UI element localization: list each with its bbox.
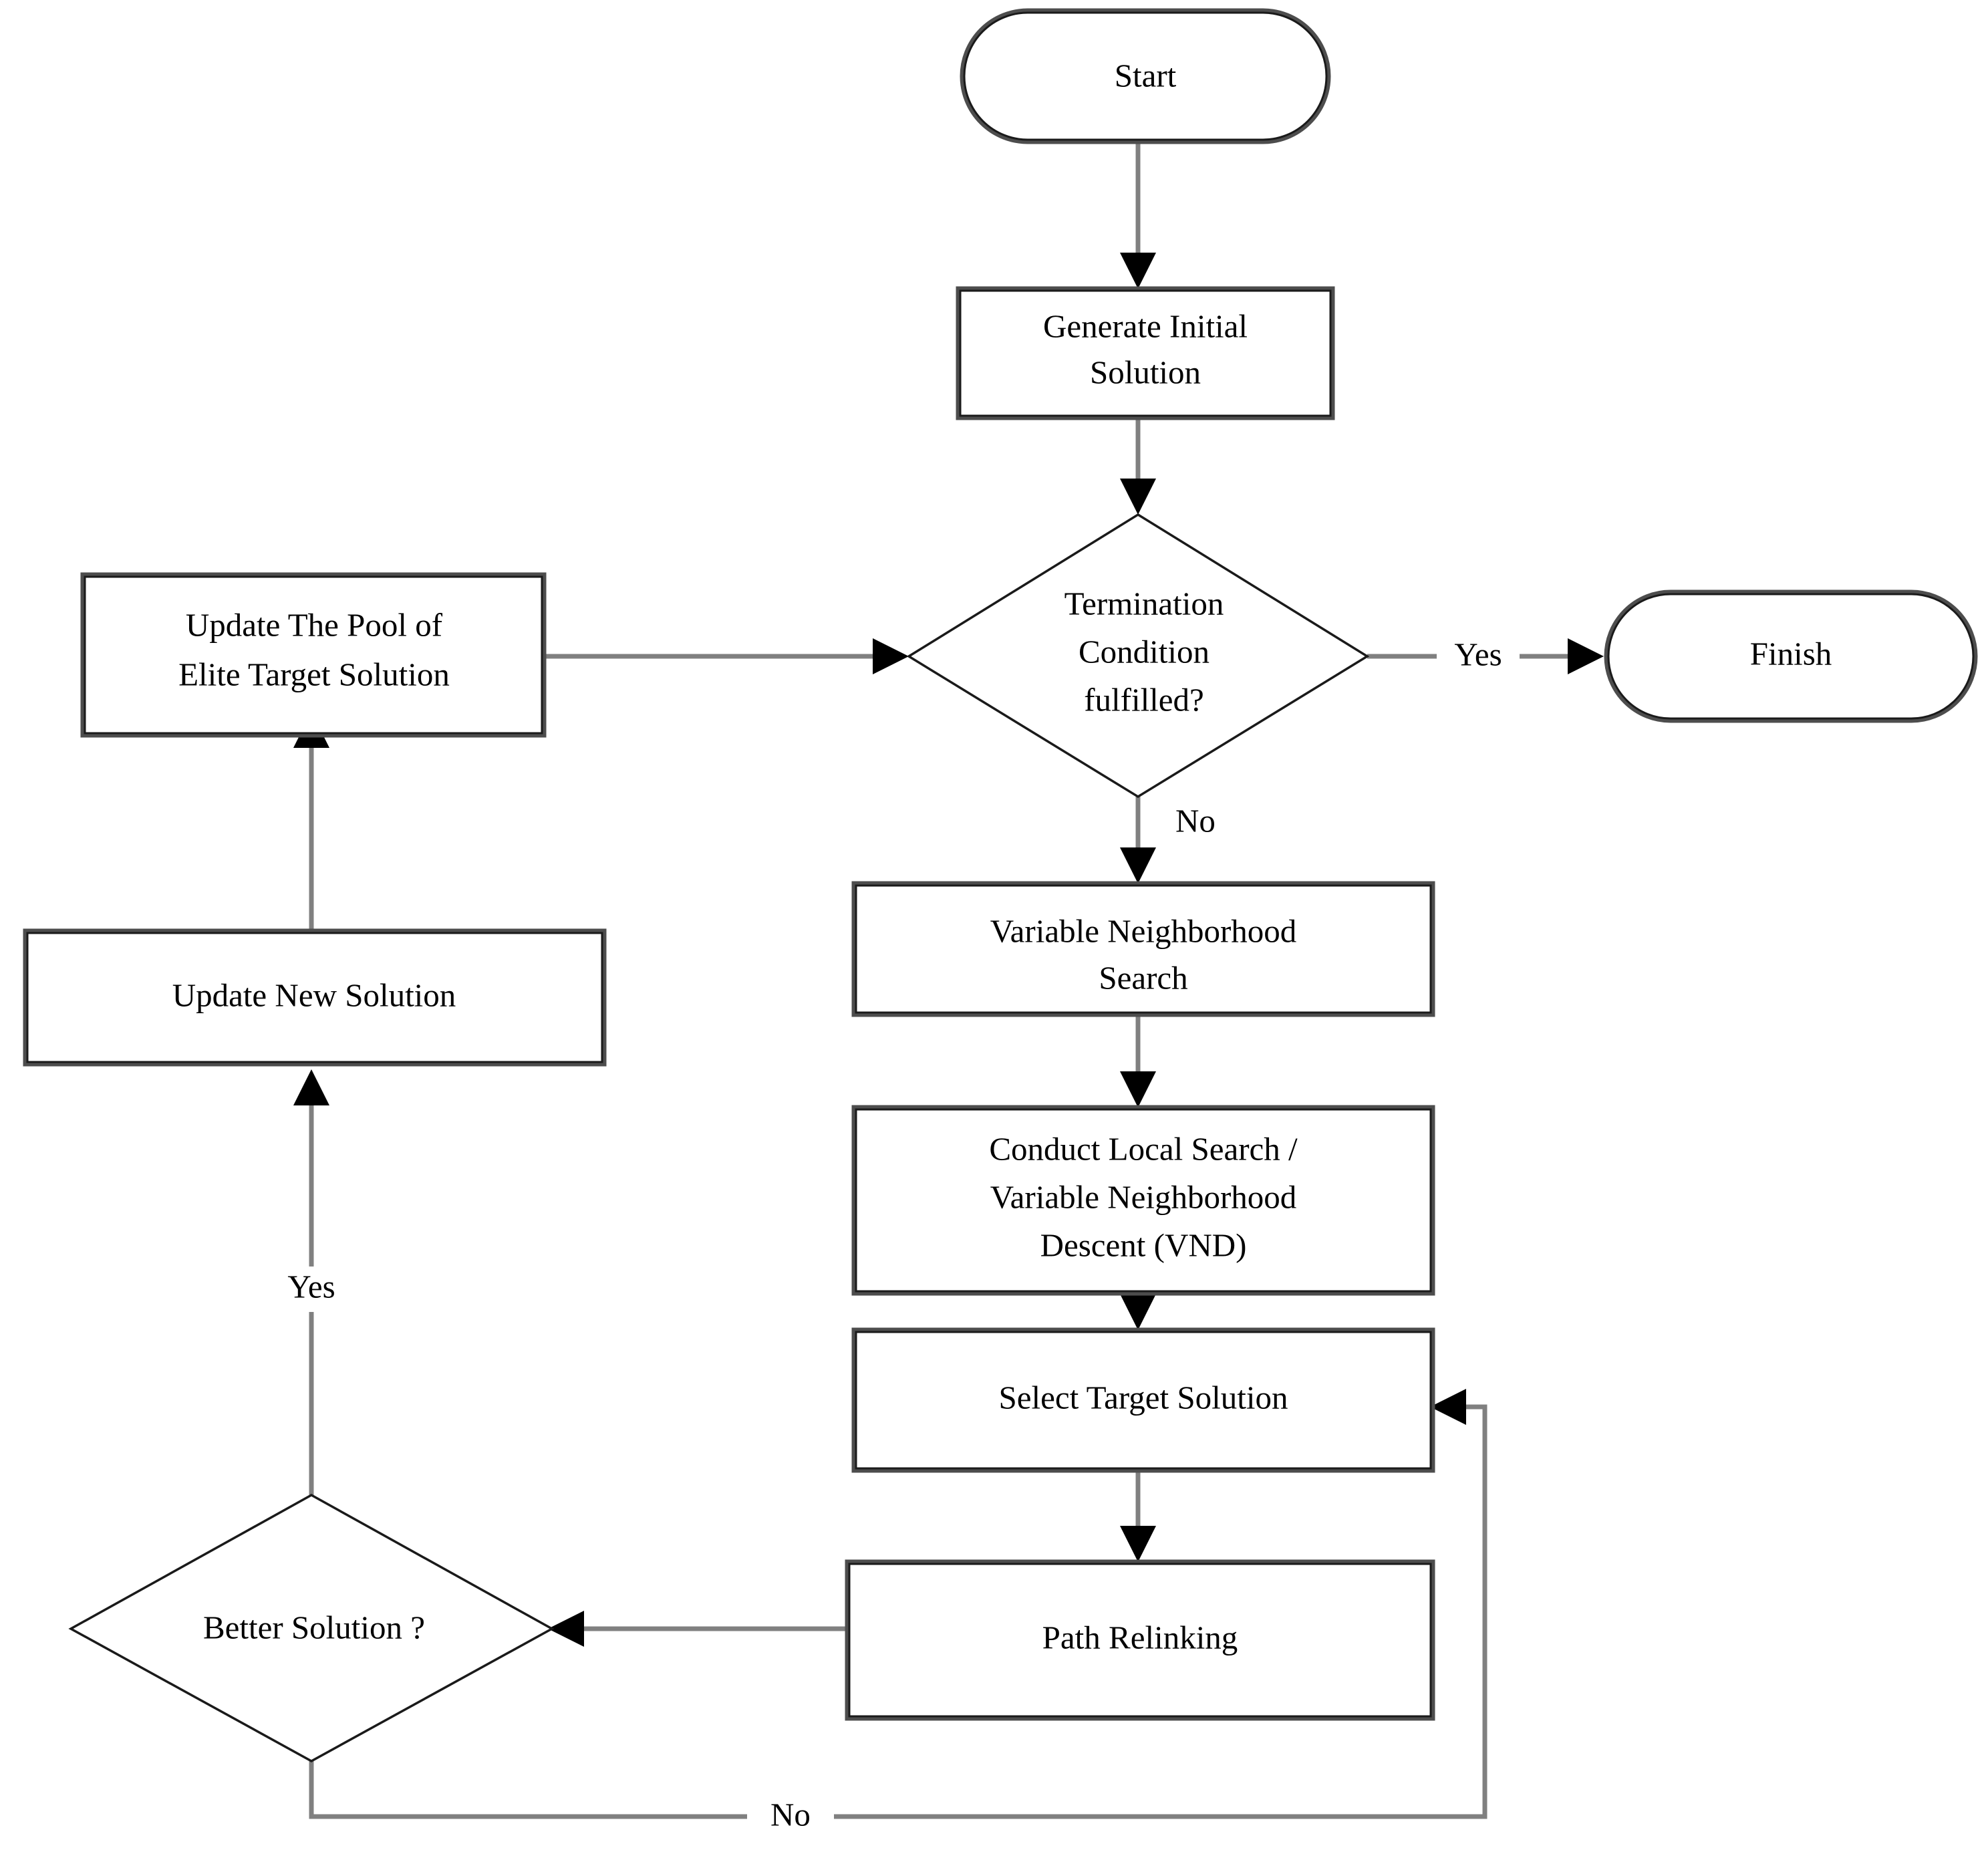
node-update-pool-label-line2: Elite Target Solution [178, 656, 450, 692]
edge-label-better-solution-no-text: No [770, 1796, 811, 1833]
edge-label-better-solution-yes-text: Yes [287, 1268, 335, 1305]
flowchart-diagram: Start Generate Initial Solution Terminat… [23, 8, 1978, 1839]
edge-select-target-solution-to-path-relinking [1120, 1470, 1156, 1562]
node-path-relinking-label: Path Relinking [1042, 1619, 1238, 1655]
edge-generate-initial-solution-to-termination-condition [1120, 418, 1156, 515]
edge-label-termination-no-text: No [1175, 802, 1216, 839]
node-termination-condition-label-line2: Condition [1079, 633, 1210, 670]
node-generate-initial-solution-label-line1: Generate Initial [1043, 307, 1248, 344]
node-variable-neighborhood-search-label-line2: Search [1099, 959, 1187, 996]
node-update-new-solution[interactable]: Update New Solution [23, 928, 607, 1067]
edge-path-relinking-to-better-solution [548, 1611, 847, 1647]
node-termination-condition-label-line3: fulfilled? [1084, 681, 1204, 718]
node-update-new-solution-label: Update New Solution [172, 976, 456, 1013]
edge-update-new-solution-to-update-pool [293, 712, 329, 931]
node-select-target-solution-label: Select Target Solution [999, 1379, 1288, 1416]
edge-start-to-generate-initial-solution [1120, 142, 1156, 289]
node-finish-label: Finish [1750, 635, 1832, 672]
node-path-relinking[interactable]: Path Relinking [845, 1559, 1435, 1721]
node-conduct-local-search-label-line2: Variable Neighborhood [990, 1178, 1297, 1215]
edge-label-termination-yes-text: Yes [1454, 636, 1502, 672]
node-start[interactable]: Start [960, 8, 1331, 144]
node-generate-initial-solution-label-line2: Solution [1090, 354, 1201, 390]
edge-conduct-local-search-to-select-target-solution [1120, 1293, 1156, 1330]
node-better-solution[interactable]: Better Solution ? [68, 1493, 555, 1762]
node-conduct-local-search[interactable]: Conduct Local Search / Variable Neighbor… [851, 1105, 1435, 1296]
node-conduct-local-search-label-line1: Conduct Local Search / [989, 1130, 1298, 1167]
node-start-label: Start [1115, 57, 1177, 94]
edge-label-better-solution-yes: Yes [267, 1267, 354, 1312]
node-generate-initial-solution[interactable]: Generate Initial Solution [956, 286, 1335, 420]
node-update-pool[interactable]: Update The Pool of Elite Target Solution [80, 572, 547, 738]
node-better-solution-label: Better Solution ? [203, 1609, 425, 1645]
node-finish[interactable]: Finish [1604, 589, 1978, 723]
flowchart-canvas: Start Generate Initial Solution Terminat… [0, 0, 1988, 1862]
node-variable-neighborhood-search-label-line1: Variable Neighborhood [990, 912, 1297, 949]
edge-label-termination-no: No [1175, 802, 1216, 839]
node-termination-condition[interactable]: Termination Condition fulfilled? [906, 513, 1370, 799]
edge-label-termination-yes: Yes [1437, 634, 1520, 679]
edge-update-pool-to-termination-condition [544, 638, 909, 674]
node-select-target-solution[interactable]: Select Target Solution [851, 1327, 1435, 1473]
node-update-pool-label-line1: Update The Pool of [186, 606, 443, 643]
node-conduct-local-search-label-line3: Descent (VND) [1040, 1226, 1247, 1263]
node-variable-neighborhood-search[interactable]: Variable Neighborhood Search [851, 881, 1435, 1017]
edge-termination-condition-to-variable-neighborhood-search [1120, 797, 1156, 884]
edge-label-better-solution-no: No [747, 1794, 834, 1839]
edge-variable-neighborhood-search-to-conduct-local-search [1120, 1015, 1156, 1107]
node-termination-condition-label-line1: Termination [1064, 585, 1224, 622]
